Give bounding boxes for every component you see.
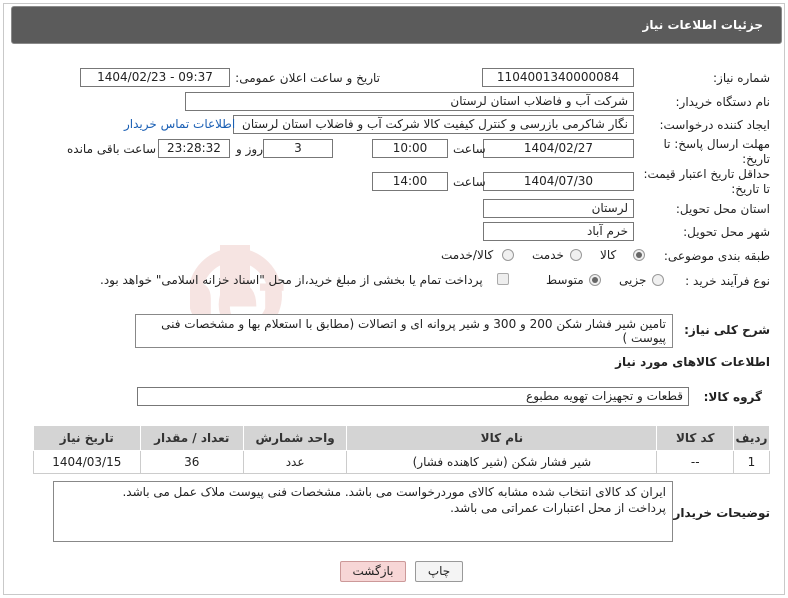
col-header-name: نام کالا	[346, 425, 658, 451]
col-header-code: کد کالا	[656, 425, 734, 451]
creator-label: ایجاد کننده درخواست:	[659, 118, 770, 132]
process-option-medium: متوسط	[546, 273, 584, 287]
col-header-qty: تعداد / مقدار	[139, 425, 244, 451]
announce-field: 1404/02/23 - 09:37	[80, 68, 230, 87]
category-option-both: کالا/خدمت	[441, 248, 494, 262]
col-header-date: تاریخ نیاز	[33, 425, 141, 451]
price-time-field: 14:00	[372, 172, 448, 191]
city-field: خرم آباد	[483, 222, 634, 241]
deadline-label-2: تاریخ:	[742, 152, 770, 166]
table-header-row: ردیف کد کالا نام کالا واحد شمارش تعداد /…	[33, 425, 771, 451]
process-radio-medium[interactable]	[589, 274, 601, 286]
category-option-service: خدمت	[532, 248, 564, 262]
description-label: شرح کلی نیاز:	[684, 323, 770, 337]
deadline-time-field: 10:00	[372, 139, 448, 158]
deadline-date-field: 1404/02/27	[483, 139, 634, 158]
province-label: استان محل تحویل:	[675, 202, 770, 216]
payment-note: پرداخت تمام یا بخشی از مبلغ خرید،از محل …	[100, 273, 483, 287]
goods-section-title: اطلاعات کالاهای مورد نیاز	[615, 355, 770, 369]
price-validity-label-2: تا تاریخ:	[731, 182, 770, 196]
category-radio-service[interactable]	[570, 249, 582, 261]
deadline-time-label: ساعت	[453, 142, 486, 156]
treasury-checkbox[interactable]	[497, 273, 509, 285]
contact-info-link[interactable]: اطلاعات تماس خریدار	[124, 117, 235, 131]
price-validity-label: حداقل تاریخ اعتبار قیمت:	[643, 167, 770, 181]
city-label: شهر محل تحویل:	[683, 225, 770, 239]
process-option-minor: جزیی	[619, 273, 647, 287]
col-header-row: ردیف	[732, 425, 771, 451]
table-row: 1 -- شیر فشار شکن (شیر کاهنده فشار) عدد …	[33, 450, 771, 474]
creator-field: نگار شاکرمی بازرسی و کنترل کیفیت کالا شر…	[233, 115, 634, 134]
buyer-notes-label: توضیحات خریدار:	[668, 506, 770, 520]
buyer-field: شرکت آب و فاضلاب استان لرستان	[185, 92, 634, 111]
process-radio-minor[interactable]	[652, 274, 664, 286]
province-field: لرستان	[483, 199, 634, 218]
buyer-label: نام دستگاه خریدار:	[675, 95, 771, 109]
remaining-time-field: 23:28:32	[158, 139, 230, 158]
page-header: جزئیات اطلاعات نیاز	[11, 6, 782, 44]
buyer-notes-line-2: پرداخت از محل اعتبارات عمراتی می باشد.	[450, 501, 666, 515]
category-label: طبقه بندی موضوعی:	[663, 249, 770, 263]
goods-table: ردیف کد کالا نام کالا واحد شمارش تعداد /…	[33, 425, 771, 474]
col-header-unit: واحد شمارش	[242, 425, 348, 451]
category-radio-both[interactable]	[502, 249, 514, 261]
category-radio-goods[interactable]	[633, 249, 645, 261]
goods-group-field: قطعات و تجهیزات تهویه مطبوع	[137, 387, 689, 406]
process-label: نوع فرآیند خرید :	[685, 274, 770, 288]
cell-code: --	[656, 450, 734, 474]
days-label: روز و	[236, 142, 263, 156]
price-date-field: 1404/07/30	[483, 172, 634, 191]
need-number-field: 1104001340000084	[482, 68, 634, 87]
days-field: 3	[263, 139, 333, 158]
deadline-label: مهلت ارسال پاسخ: تا	[663, 137, 770, 151]
back-button[interactable]: بازگشت	[340, 561, 406, 582]
cell-date: 1404/03/15	[33, 450, 141, 474]
page-title: جزئیات اطلاعات نیاز	[642, 18, 763, 32]
announce-label: تاریخ و ساعت اعلان عمومی:	[235, 71, 380, 85]
category-option-goods: کالا	[600, 248, 617, 262]
buyer-notes-line-1: ایران کد کالای انتخاب شده مشابه کالای مو…	[122, 485, 666, 499]
cell-name: شیر فشار شکن (شیر کاهنده فشار)	[346, 450, 658, 474]
cell-qty: 36	[139, 450, 244, 474]
cell-unit: عدد	[242, 450, 348, 474]
print-button[interactable]: چاپ	[415, 561, 463, 582]
buyer-notes-field[interactable]: ایران کد کالای انتخاب شده مشابه کالای مو…	[53, 481, 673, 542]
description-field[interactable]: تامین شیر فشار شکن 200 و 300 و شیر پروان…	[135, 314, 673, 348]
need-number-label: شماره نیاز:	[713, 71, 770, 85]
goods-group-label: گروه کالا:	[703, 390, 762, 404]
price-time-label: ساعت	[453, 175, 486, 189]
cell-row: 1	[732, 450, 771, 474]
remaining-label: ساعت باقی مانده	[67, 142, 157, 156]
